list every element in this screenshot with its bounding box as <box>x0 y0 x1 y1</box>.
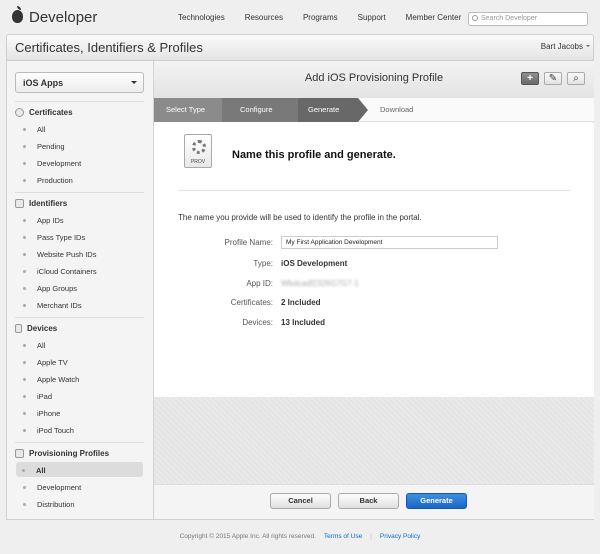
edit-icon[interactable]: ✎ <box>544 72 562 85</box>
step-select-type: Select Type <box>154 98 222 122</box>
form-heading: Name this profile and generate. <box>232 149 396 161</box>
step-configure: Configure <box>222 98 298 122</box>
gear-icon <box>192 140 206 154</box>
id-icon <box>15 199 24 208</box>
section-title: Devices <box>27 324 58 333</box>
platform-select[interactable]: iOS Apps <box>15 72 144 93</box>
section-title: Provisioning Profiles <box>29 449 110 458</box>
certificates-value: 2 Included <box>281 298 321 307</box>
search-icon <box>472 15 478 21</box>
sidebar-item-website-push-ids[interactable]: Website Push IDs <box>23 250 96 259</box>
nav-member-center[interactable]: Member Center <box>406 13 462 22</box>
divider <box>15 317 144 318</box>
progress-steps: Select Type Configure Generate Download <box>154 98 594 122</box>
section-title: Certificates <box>29 108 73 117</box>
provisioning-file-icon: PROV <box>184 134 212 168</box>
nav-support[interactable]: Support <box>358 13 386 22</box>
section-devices: Devices <box>15 324 57 333</box>
search-placeholder: Search Developer <box>481 15 538 22</box>
certificates-label: Certificates: <box>230 298 273 307</box>
brand-title[interactable]: Developer <box>29 9 97 26</box>
section-provisioning-profiles: Provisioning Profiles <box>15 449 109 458</box>
sidebar-item-apple-watch[interactable]: Apple Watch <box>23 375 79 384</box>
devices-value: 13 Included <box>281 318 326 327</box>
platform-select-value: iOS Apps <box>23 78 64 88</box>
footer: Copyright © 2015 Apple Inc. All rights r… <box>0 533 600 540</box>
footer-separator: | <box>370 533 372 540</box>
cancel-button[interactable]: Cancel <box>270 493 331 509</box>
user-menu[interactable]: Bart Jacobs <box>541 42 591 51</box>
section-identifiers: Identifiers <box>15 199 67 208</box>
sidebar-item-profiles-all[interactable]: All <box>16 462 143 477</box>
sidebar-item-pass-type-ids[interactable]: Pass Type IDs <box>23 233 85 242</box>
devices-label: Devices: <box>242 318 273 327</box>
type-label: Type: <box>253 259 273 268</box>
privacy-link[interactable]: Privacy Policy <box>380 533 420 540</box>
profile-icon <box>15 449 24 458</box>
step-download: Download <box>380 105 414 114</box>
divider <box>15 192 144 193</box>
global-nav: Developer Technologies Resources Program… <box>0 0 600 35</box>
main-panel: Add iOS Provisioning Profile + ✎ ⌕ Selec… <box>154 61 594 519</box>
sidebar-item-pending[interactable]: Pending <box>23 142 65 151</box>
portal-shell: iOS Apps Certificates All Pending Develo… <box>6 61 594 520</box>
generate-button[interactable]: Generate <box>406 493 467 509</box>
divider <box>178 190 570 191</box>
sidebar: iOS Apps Certificates All Pending Develo… <box>7 61 154 519</box>
divider <box>15 101 144 102</box>
search-input[interactable]: Search Developer <box>468 12 588 26</box>
sidebar-item-icloud-containers[interactable]: iCloud Containers <box>23 267 97 276</box>
page-title: Certificates, Identifiers & Profiles <box>15 40 203 55</box>
apple-logo-icon[interactable] <box>12 6 23 23</box>
sidebar-item-ipod-touch[interactable]: iPod Touch <box>23 426 74 435</box>
back-button[interactable]: Back <box>338 493 399 509</box>
app-id-label: App ID: <box>246 279 273 288</box>
section-certificates: Certificates <box>15 108 73 117</box>
profile-name-label: Profile Name: <box>224 238 273 247</box>
certificate-icon <box>15 108 24 117</box>
intro-text: The name you provide will be used to ide… <box>178 213 422 222</box>
nav-resources[interactable]: Resources <box>245 13 283 22</box>
add-button[interactable]: + <box>521 72 539 85</box>
form-content: PROV Name this profile and generate. The… <box>154 123 594 397</box>
step-generate: Generate <box>298 98 358 122</box>
device-icon <box>15 324 22 333</box>
step-arrow <box>358 98 368 122</box>
sidebar-item-ipad[interactable]: iPad <box>23 392 52 401</box>
sidebar-item-development[interactable]: Development <box>23 159 81 168</box>
sidebar-item-profiles-development[interactable]: Development <box>23 483 81 492</box>
app-id-value: Wbdcadf2326G7G7-1 <box>281 279 359 288</box>
sidebar-item-devices-all[interactable]: All <box>23 341 45 350</box>
empty-area <box>154 397 594 484</box>
sidebar-item-production[interactable]: Production <box>23 176 73 185</box>
sidebar-item-app-ids[interactable]: App IDs <box>23 216 64 225</box>
file-label: PROV <box>190 159 206 165</box>
nav-programs[interactable]: Programs <box>303 13 338 22</box>
nav-technologies[interactable]: Technologies <box>178 13 225 22</box>
nav-links: Technologies Resources Programs Support … <box>178 13 461 22</box>
sidebar-item-certificates-all[interactable]: All <box>23 125 45 134</box>
sidebar-item-iphone[interactable]: iPhone <box>23 409 60 418</box>
divider <box>15 442 144 443</box>
section-title: Identifiers <box>29 199 68 208</box>
page-titlebar: Certificates, Identifiers & Profiles Bar… <box>6 34 594 61</box>
form-actions: Cancel Back Generate <box>154 484 594 519</box>
type-value: iOS Development <box>281 259 348 268</box>
terms-link[interactable]: Terms of Use <box>324 533 362 540</box>
copyright-text: Copyright © 2015 Apple Inc. All rights r… <box>179 533 316 540</box>
chevron-down-icon <box>131 81 137 87</box>
sidebar-item-apple-tv[interactable]: Apple TV <box>23 358 68 367</box>
profile-name-input[interactable]: My First Application Development <box>281 236 498 249</box>
search-icon[interactable]: ⌕ <box>567 72 585 85</box>
sidebar-item-distribution[interactable]: Distribution <box>23 500 75 509</box>
main-header: Add iOS Provisioning Profile + ✎ ⌕ <box>154 61 594 98</box>
sidebar-item-merchant-ids[interactable]: Merchant IDs <box>23 301 82 310</box>
sidebar-item-app-groups[interactable]: App Groups <box>23 284 77 293</box>
